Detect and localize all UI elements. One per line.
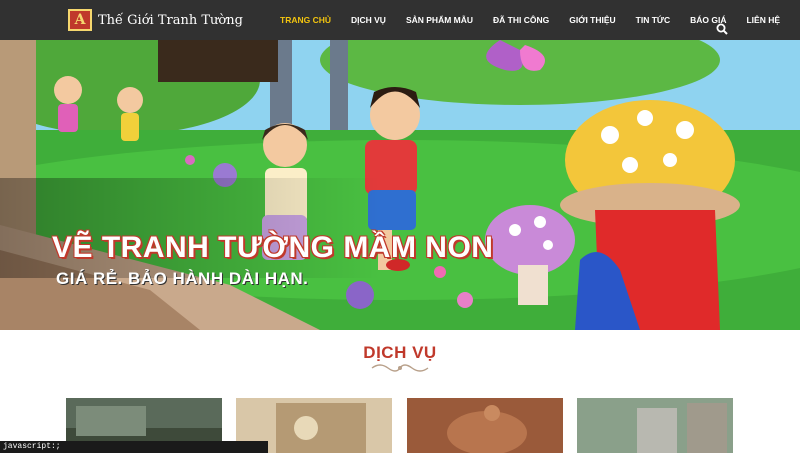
site-header: A Thế Giới Tranh Tường TRANG CHỦ DỊCH VỤ…	[0, 0, 800, 40]
browser-status-bar: javascript:;	[0, 441, 268, 453]
site-logo[interactable]: A Thế Giới Tranh Tường	[68, 9, 243, 31]
service-card-4[interactable]	[577, 398, 733, 453]
main-nav: TRANG CHỦ DỊCH VỤ SẢN PHẨM MẪU ĐÃ THI CÔ…	[270, 0, 790, 40]
nav-item-tin-tuc[interactable]: TIN TỨC	[626, 0, 680, 40]
nav-item-da-thi-cong[interactable]: ĐÃ THI CÔNG	[483, 0, 559, 40]
page: VẼ TRANH TƯỜNG MẦM NON GIÁ RẺ. BẢO HÀNH …	[0, 0, 800, 453]
nav-item-trang-chu[interactable]: TRANG CHỦ	[270, 0, 341, 40]
nav-item-gioi-thieu[interactable]: GIỚI THIỆU	[559, 0, 625, 40]
hero-subtitle: GIÁ RẺ. BẢO HÀNH DÀI HẠN.	[56, 269, 309, 288]
logo-text: Thế Giới Tranh Tường	[98, 12, 243, 28]
search-button[interactable]	[716, 22, 732, 38]
nav-item-lien-he[interactable]: LIÊN HỆ	[736, 0, 790, 40]
hero-banner[interactable]: VẼ TRANH TƯỜNG MẦM NON GIÁ RẺ. BẢO HÀNH …	[0, 40, 800, 330]
hero-title: VẼ TRANH TƯỜNG MẦM NON	[52, 231, 494, 264]
logo-mark: A	[68, 9, 92, 31]
service-card-3[interactable]	[407, 398, 563, 453]
search-icon	[716, 23, 728, 35]
nav-item-san-pham-mau[interactable]: SẢN PHẨM MẪU	[396, 0, 483, 40]
nav-item-dich-vu[interactable]: DỊCH VỤ	[341, 0, 396, 40]
services-title: DỊCH VỤ	[363, 343, 437, 362]
ornament-divider-icon	[371, 364, 429, 372]
service-card-image	[407, 398, 563, 453]
service-card-image	[577, 398, 733, 453]
